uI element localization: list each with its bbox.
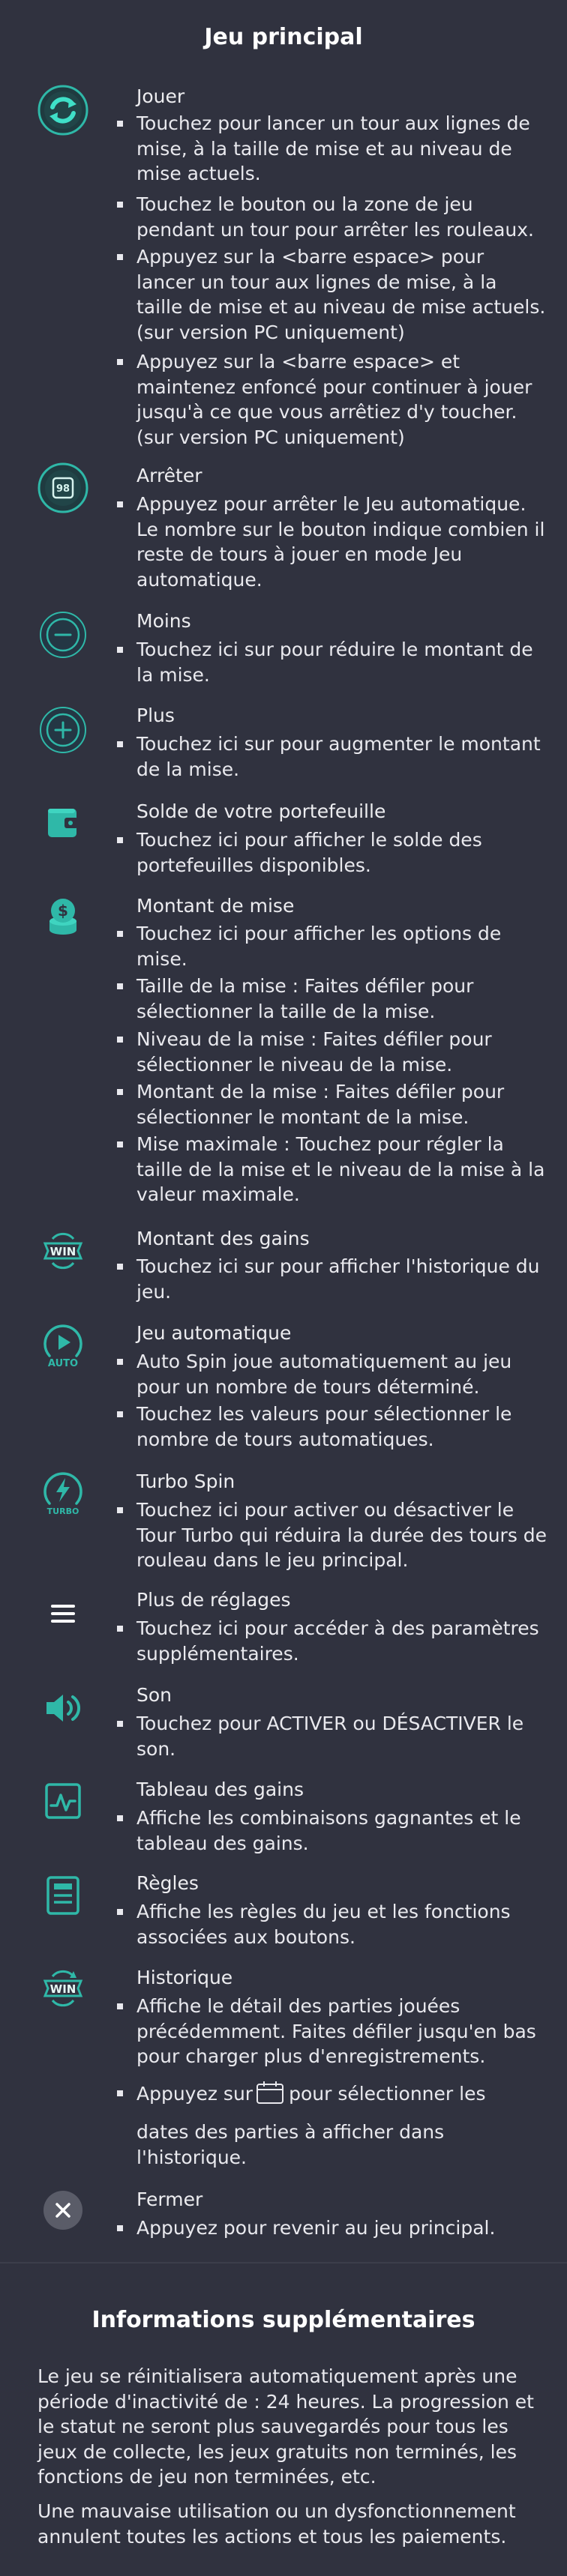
help-item-title: Plus (136, 705, 175, 726)
help-bullet: Appuyez pour revenir au jeu principal. (117, 2215, 548, 2241)
svg-text:WIN: WIN (50, 1982, 76, 1996)
help-item-title: Jouer (136, 85, 185, 107)
help-bullet: Touchez pour lancer un tour aux lignes d… (117, 111, 548, 187)
sound-icon (34, 1679, 92, 1737)
plus-icon (34, 701, 92, 759)
stop-count-text: 98 (56, 483, 70, 495)
svg-text:$: $ (58, 902, 68, 920)
help-bullet: Touchez ici sur pour augmenter le montan… (117, 732, 548, 782)
auto-play-icon: AUTO (34, 1318, 92, 1376)
help-bullet: Affiche les combinaisons gagnantes et le… (117, 1806, 548, 1856)
help-item-title: Jeu automatique (136, 1322, 292, 1344)
help-bullet-continuation: l'historique. (136, 2147, 247, 2168)
help-item-title: Solde de votre portefeuille (136, 800, 386, 822)
help-bullet: Auto Spin joue automatiquement au jeu po… (117, 1349, 548, 1399)
close-icon (34, 2181, 92, 2239)
help-item-title: Son (136, 1684, 172, 1706)
help-item-title: Turbo Spin (136, 1471, 236, 1492)
wallet-icon (34, 793, 92, 851)
help-bullet: Touchez ici sur pour afficher l'historiq… (117, 1254, 548, 1304)
help-bullet: Touchez pour ACTIVER ou DÉSACTIVER le so… (117, 1711, 548, 1761)
help-bullet: Touchez les valeurs pour sélectionner le… (117, 1402, 548, 1452)
info-paragraph: Une mauvaise utilisation ou un dysfoncti… (38, 2500, 516, 2548)
spin-icon (34, 81, 92, 139)
menu-icon (34, 1584, 92, 1643)
help-item-title: Tableau des gains (136, 1779, 304, 1800)
coins-icon: $ (34, 887, 92, 946)
svg-text:WIN: WIN (50, 1245, 76, 1258)
help-bullet: Taille de la mise : Faites défiler pour … (117, 974, 548, 1024)
help-bullet: Touchez ici pour accéder à des paramètre… (117, 1616, 548, 1666)
paytable-icon (34, 1772, 92, 1830)
help-bullet: Appuyez pour arrêter le Jeu automatique.… (117, 492, 548, 592)
help-item-title: Fermer (136, 2189, 203, 2210)
help-bullet: Touchez ici pour afficher les options de… (117, 921, 548, 971)
rules-icon (34, 1866, 92, 1925)
win-icon: WIN (34, 1222, 92, 1280)
info-section-title: Informations supplémentaires (92, 2307, 476, 2333)
help-bullet: Niveau de la mise : Faites défiler pour … (117, 1027, 548, 1077)
help-item-title: Règles (136, 1872, 199, 1894)
help-bullet: Touchez ici pour afficher le solde des p… (117, 827, 548, 878)
help-bullet: Affiche le détail des parties jouées pré… (117, 1994, 548, 2069)
history-icon: WIN (34, 1959, 92, 2018)
help-item-title: Montant des gains (136, 1228, 310, 1249)
help-bullet: Touchez le bouton ou la zone de jeu pend… (117, 192, 548, 242)
help-bullet: Mise maximale : Touchez pour régler la t… (117, 1132, 548, 1207)
help-item-title: Montant de mise (136, 895, 295, 917)
help-bullet: Touchez ici sur pour réduire le montant … (117, 637, 548, 687)
svg-text:AUTO: AUTO (48, 1358, 78, 1369)
help-item-title: Historique (136, 1967, 233, 1988)
help-bullet: Appuyez sur la <barre espace> pour lance… (117, 244, 548, 345)
help-page: Jeu principal Jouer Touchez pour lancer … (0, 0, 567, 2576)
section-divider (0, 2262, 567, 2263)
help-item-title: Arrêter (136, 465, 202, 486)
help-item-title: Plus de réglages (136, 1589, 291, 1611)
minus-icon (34, 606, 92, 664)
help-item-title: Moins (136, 610, 191, 632)
help-bullet: Montant de la mise : Faites défiler pour… (117, 1079, 548, 1129)
help-bullet-calendar: Appuyez sur pour sélectionner les (117, 2081, 548, 2107)
main-section-title: Jeu principal (204, 24, 363, 50)
stop-autoplay-icon: 98 (34, 459, 92, 517)
turbo-icon: TURBO (34, 1465, 92, 1524)
calendar-icon (256, 2081, 284, 2104)
help-bullet: Affiche les règles du jeu et les fonctio… (117, 1899, 548, 1949)
help-bullet: Touchez ici pour activer ou désactiver l… (117, 1497, 548, 1573)
svg-text:TURBO: TURBO (47, 1506, 80, 1516)
help-bullet-continuation: dates des parties à afficher dans (136, 2121, 445, 2143)
help-bullet: Appuyez sur la <barre espace> et mainten… (117, 349, 548, 450)
info-paragraph: Le jeu se réinitialisera automatiquement… (38, 2365, 534, 2488)
